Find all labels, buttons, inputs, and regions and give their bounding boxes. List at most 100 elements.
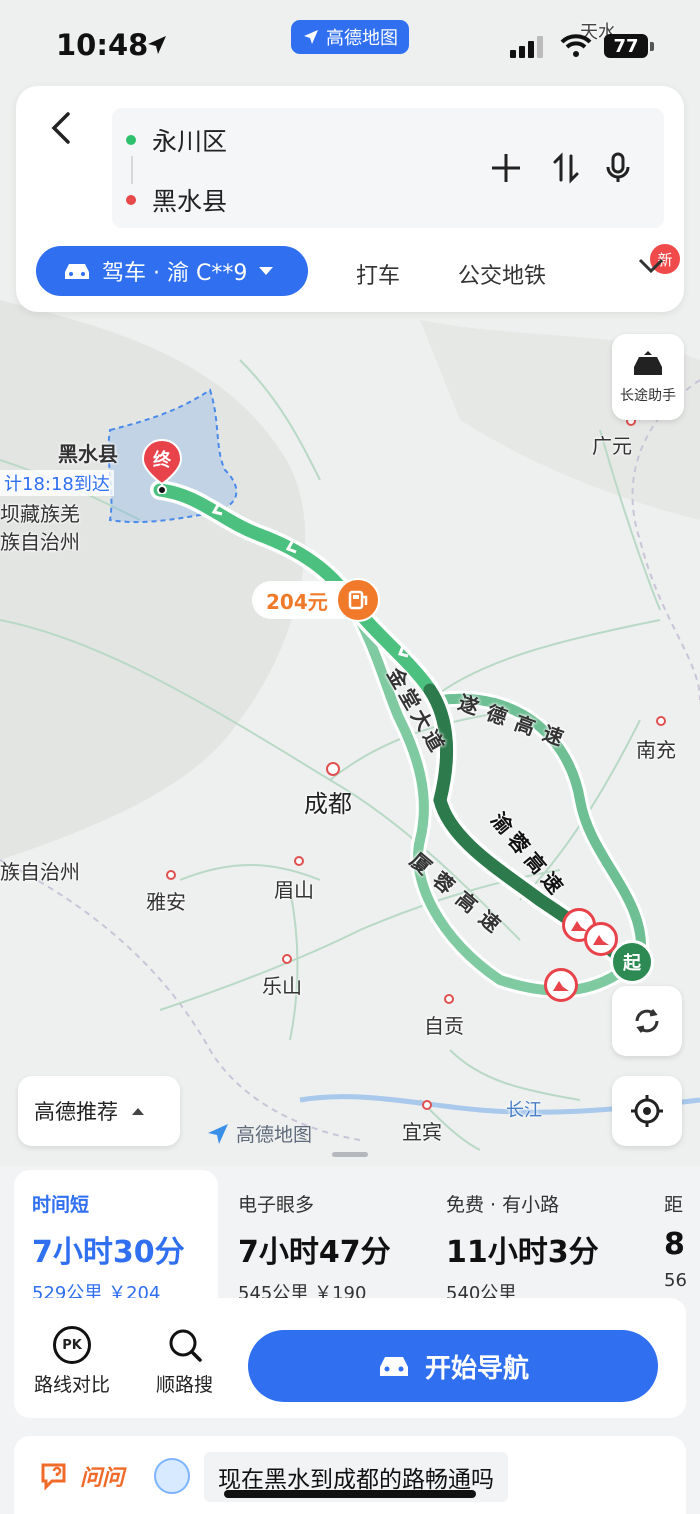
origin-dot	[126, 135, 136, 145]
route-option[interactable]: 免费 · 有小路 11小时3分 540公里	[428, 1170, 638, 1304]
amap-watermark-logo-icon	[208, 1123, 228, 1144]
swap-button[interactable]	[548, 150, 584, 186]
route-option-tag: 电子眼多	[238, 1194, 315, 1216]
long-trip-helper-label: 长途助手	[620, 388, 676, 404]
route-preference-selector[interactable]: 高德推荐	[18, 1076, 180, 1146]
city-dot-yibin	[422, 1100, 432, 1110]
region-label-aba: 坝藏族羌	[0, 502, 80, 526]
construction-icon[interactable]	[584, 922, 618, 956]
plus-icon	[492, 154, 520, 182]
status-time: 10:48	[56, 28, 149, 62]
route-planner-card: 永川区 黑水县 驾车 · 渝 C**9 打车 公交地铁 新	[16, 86, 684, 312]
route-option-tag: 时间短	[32, 1194, 90, 1216]
swap-icon	[553, 152, 579, 184]
back-chevron-icon[interactable]	[42, 108, 82, 148]
amap-logo-icon	[304, 30, 318, 44]
route-option-duration: 7小时30分	[32, 1235, 185, 1270]
region-label-liangshan: 族自治州	[0, 860, 80, 884]
construction-icon[interactable]	[544, 968, 578, 1002]
destination-field[interactable]: 黑水县	[126, 182, 227, 218]
dest-pin-label: 终	[153, 450, 171, 471]
route-compare-button[interactable]: PK 路线对比	[34, 1326, 110, 1397]
city-guangyuan: 广元	[592, 434, 632, 458]
voice-button[interactable]	[600, 150, 636, 186]
along-route-search-label: 顺路搜	[156, 1374, 214, 1396]
mode-transit-tab[interactable]: 公交地铁	[458, 258, 546, 290]
city-dot-yaan	[166, 870, 176, 880]
locate-button[interactable]	[612, 1076, 682, 1146]
city-nanchong: 南充	[636, 738, 676, 762]
start-pin-label: 起	[623, 953, 641, 974]
region-label-aba-2: 族自治州	[0, 530, 80, 554]
mode-taxi-tab[interactable]: 打车	[356, 258, 400, 290]
dest-pin[interactable]: 终	[140, 438, 184, 495]
car-icon	[379, 1357, 408, 1376]
route-options: 时间短 7小时30分 529公里 ￥204 电子眼多 7小时47分 545公里 …	[14, 1170, 700, 1304]
route-option-tag: 距	[664, 1194, 684, 1216]
city-dot-leshan	[282, 954, 292, 964]
pk-icon: PK	[53, 1326, 91, 1364]
route-option-meta: 56	[664, 1270, 687, 1291]
route-inputs: 永川区 黑水县	[112, 108, 664, 228]
battery-indicator: 77	[604, 34, 648, 58]
panel-drag-handle[interactable]	[332, 1152, 368, 1157]
add-waypoint-button[interactable]	[488, 150, 524, 186]
river-changjiang: 长江	[506, 1100, 542, 1121]
dest-map-label: 黑水县	[58, 442, 118, 466]
start-navigation-button[interactable]: 开始导航	[248, 1330, 658, 1402]
signal-icon	[510, 36, 543, 58]
battery-tip	[650, 42, 654, 51]
route-compare-label: 路线对比	[34, 1374, 111, 1396]
route-option[interactable]: 电子眼多 7小时47分 545公里 ￥190	[220, 1170, 420, 1304]
route-actions: PK 路线对比 顺路搜 开始导航	[14, 1298, 686, 1418]
app-indicator-label: 高德地图	[326, 28, 398, 49]
city-dot-nanchong	[656, 716, 666, 726]
start-pin[interactable]: 起	[610, 940, 654, 984]
origin-text: 永川区	[152, 127, 228, 156]
along-route-search-button[interactable]: 顺路搜	[156, 1326, 213, 1397]
refresh-icon	[635, 1009, 659, 1033]
mode-drive-tab[interactable]: 驾车 · 渝 C**9	[36, 246, 308, 296]
map-watermark: 高德地图	[206, 1120, 312, 1147]
car-icon	[65, 264, 89, 279]
city-dot-meishan	[294, 856, 304, 866]
arrival-time-label: 计18:18到达	[0, 470, 114, 496]
route-option-tag: 免费 · 有小路	[446, 1194, 560, 1216]
transport-modes: 驾车 · 渝 C**9 打车 公交地铁	[36, 246, 676, 296]
ask-chat-icon	[41, 1463, 66, 1491]
route-connector	[131, 156, 133, 184]
app-indicator[interactable]: 高德地图	[291, 20, 409, 54]
city-yibin: 宜宾	[402, 1120, 442, 1144]
origin-field[interactable]: 永川区	[126, 122, 227, 158]
destination-dot	[126, 195, 136, 205]
route-option-duration: 11小时3分	[446, 1235, 599, 1270]
ask-label: 问问	[80, 1466, 125, 1491]
city-chengdu: 成都	[304, 790, 352, 818]
long-trip-helper-button[interactable]: 长途助手	[612, 334, 684, 420]
city-dot-chengdu	[326, 762, 340, 776]
map-watermark-text: 高德地图	[236, 1124, 313, 1146]
city-zigong: 自贡	[424, 1014, 464, 1038]
destination-text: 黑水县	[152, 187, 228, 216]
ask-assistant-bar[interactable]: 问问 现在黑水到成都的路畅通吗	[14, 1436, 686, 1514]
toll-marker[interactable]: 204元	[252, 578, 380, 622]
caret-up-icon	[132, 1108, 144, 1115]
city-dot-zigong	[444, 994, 454, 1004]
route-option-selected[interactable]: 时间短 7小时30分 529公里 ￥204	[14, 1170, 218, 1304]
city-leshan: 乐山	[262, 974, 302, 998]
caret-down-icon	[259, 267, 274, 275]
battery-level: 77	[613, 35, 639, 57]
wifi-icon	[560, 34, 592, 57]
assistant-avatar	[154, 1458, 190, 1494]
refresh-route-button[interactable]	[612, 986, 682, 1056]
ask-logo: 问问	[40, 1460, 124, 1492]
start-navigation-label: 开始导航	[424, 1353, 529, 1384]
microphone-icon	[606, 152, 630, 182]
more-modes-chevron-icon[interactable]	[636, 256, 666, 276]
status-bar: 10:48 高德地图 77	[0, 0, 700, 84]
home-indicator	[224, 1490, 476, 1498]
city-yaan: 雅安	[146, 890, 186, 914]
route-option-partial[interactable]: 距 8 56	[646, 1170, 700, 1298]
route-preference-label: 高德推荐	[34, 1100, 118, 1124]
mode-drive-label: 驾车 · 渝 C**9	[102, 261, 248, 286]
